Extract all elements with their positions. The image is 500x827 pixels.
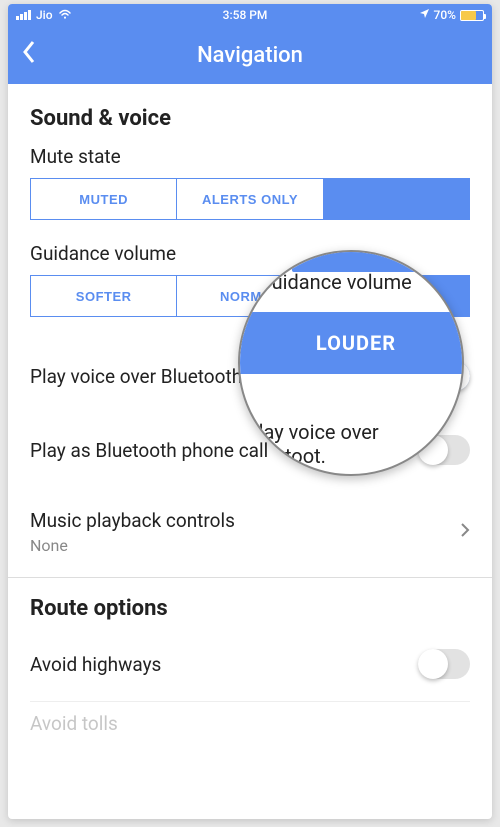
magnifier-overlay: Guidance volume NORM LOUDER Play voice o… — [238, 250, 464, 476]
mute-state-alerts-only[interactable]: ALERTS ONLY — [177, 178, 323, 220]
guidance-volume-softer[interactable]: SOFTER — [30, 275, 177, 317]
avoid-highways-label: Avoid highways — [30, 653, 161, 676]
wifi-icon — [58, 8, 72, 22]
mag-selected-fragment-top — [292, 250, 464, 272]
mag-guidance-label: Guidance volume — [258, 270, 412, 294]
status-left: Jio — [16, 8, 72, 22]
location-icon — [419, 8, 430, 22]
avoid-highways-toggle[interactable] — [418, 649, 470, 679]
avoid-highways-row[interactable]: Avoid highways — [30, 627, 470, 701]
chevron-right-icon — [460, 522, 470, 542]
mute-state-label: Mute state — [30, 145, 470, 168]
status-time: 3:58 PM — [223, 8, 268, 22]
mute-state-muted[interactable]: MUTED — [30, 178, 177, 220]
mag-louder-button[interactable]: LOUDER — [240, 312, 464, 374]
battery-icon — [460, 10, 484, 21]
play-bt-phone-label: Play as Bluetooth phone call — [30, 439, 268, 462]
status-right: 70% — [419, 8, 484, 22]
music-playback-label: Music playback controls — [30, 509, 235, 532]
phone-screen: Jio 3:58 PM 70% Navigation Sound & voice… — [8, 4, 492, 819]
mag-bluetooth-label: Play voice over Bluetoot. — [246, 420, 462, 468]
back-button[interactable] — [22, 40, 36, 71]
mute-state-segmented: MUTED ALERTS ONLY — [30, 178, 470, 220]
nav-header: Navigation — [8, 26, 492, 84]
battery-percent: 70% — [434, 8, 456, 22]
play-voice-bluetooth-label: Play voice over Bluetooth — [30, 365, 242, 388]
cellular-signal-icon — [16, 10, 31, 20]
music-playback-value: None — [30, 536, 235, 555]
section-sound-voice: Sound & voice — [30, 106, 470, 131]
avoid-tolls-row[interactable]: Avoid tolls — [30, 701, 470, 735]
carrier-label: Jio — [36, 8, 53, 22]
mute-state-unmuted[interactable] — [324, 178, 470, 220]
status-bar: Jio 3:58 PM 70% — [8, 4, 492, 26]
section-route-options: Route options — [30, 596, 470, 621]
avoid-tolls-label: Avoid tolls — [30, 712, 118, 735]
page-title: Navigation — [8, 43, 492, 68]
music-playback-row[interactable]: Music playback controls None — [30, 487, 470, 577]
